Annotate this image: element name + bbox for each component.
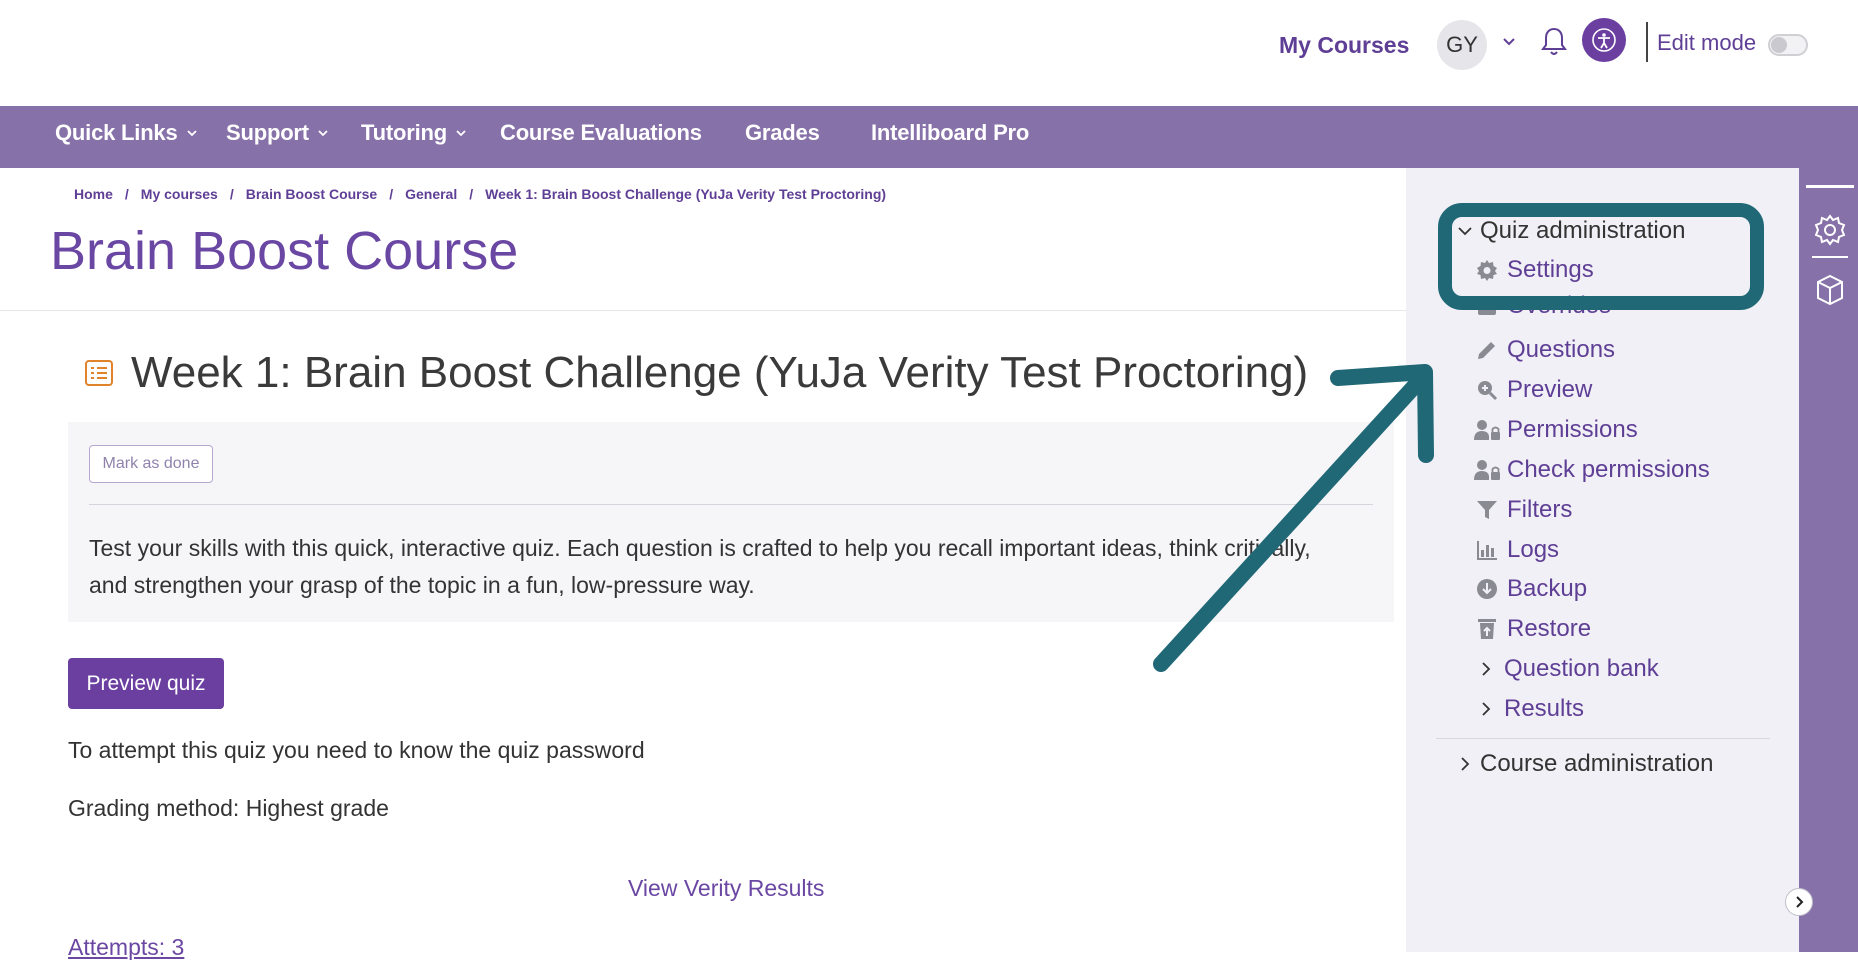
nav-tutoring[interactable]: Tutoring — [361, 120, 467, 146]
breadcrumb: Home / My courses / Brain Boost Course /… — [74, 186, 886, 202]
my-courses-link[interactable]: My Courses — [1279, 32, 1409, 59]
chevron-down-icon — [186, 130, 197, 137]
nav-grades[interactable]: Grades — [745, 120, 820, 146]
filter-icon — [1473, 496, 1501, 524]
course-administration-label: Course administration — [1480, 750, 1714, 777]
drawer-item-questions[interactable]: Questions — [1473, 336, 1615, 364]
drawer-item-label: Permissions — [1507, 416, 1638, 443]
nav-intelliboard-pro[interactable]: Intelliboard Pro — [871, 120, 1029, 146]
gear-icon[interactable] — [1812, 212, 1848, 248]
top-header — [0, 0, 1858, 106]
drawer-item-filters[interactable]: Filters — [1473, 496, 1572, 524]
bar-chart-icon — [1473, 536, 1501, 564]
strip-divider — [1812, 256, 1848, 258]
pencil-icon — [1473, 336, 1501, 364]
header-divider — [1646, 22, 1648, 62]
breadcrumb-activity[interactable]: Week 1: Brain Boost Challenge (YuJa Veri… — [485, 186, 886, 202]
drawer-item-label: Logs — [1507, 536, 1560, 563]
nav-label: Support — [226, 120, 309, 145]
quiz-icon — [85, 360, 113, 386]
chevron-right-icon — [1482, 662, 1491, 676]
magnify-plus-icon — [1473, 376, 1501, 404]
nav-label: Quick Links — [55, 120, 178, 145]
nav-course-evaluations[interactable]: Course Evaluations — [500, 120, 702, 146]
user-lock-icon — [1473, 456, 1501, 484]
drawer-item-permissions[interactable]: Permissions — [1473, 416, 1638, 444]
user-lock-icon — [1473, 416, 1501, 444]
chevron-right-icon — [1482, 702, 1491, 716]
chevron-right-icon — [1461, 757, 1470, 771]
chevron-down-icon — [456, 130, 466, 137]
breadcrumb-course[interactable]: Brain Boost Course — [246, 186, 377, 202]
chevron-down-icon[interactable] — [1500, 32, 1518, 50]
blocks-icon[interactable] — [1812, 272, 1848, 308]
drawer-item-label: Preview — [1507, 376, 1593, 403]
accessibility-icon — [1592, 28, 1616, 52]
download-circle-icon — [1473, 575, 1501, 603]
drawer-item-question-bank[interactable]: Question bank — [1478, 655, 1659, 683]
drawer-item-backup[interactable]: Backup — [1473, 575, 1587, 603]
edit-mode-label: Edit mode — [1657, 30, 1757, 55]
chevron-down-icon — [318, 130, 328, 137]
page-title: Brain Boost Course — [50, 221, 519, 281]
accessibility-button[interactable] — [1582, 18, 1626, 62]
breadcrumb-separator: / — [389, 186, 394, 202]
drawer-item-label: Restore — [1507, 615, 1592, 642]
breadcrumb-separator: / — [124, 186, 129, 202]
grading-method: Grading method: Highest grade — [68, 795, 389, 821]
drawer-item-label: Backup — [1507, 575, 1588, 602]
view-verity-results-link[interactable]: View Verity Results — [628, 875, 824, 902]
drawer-collapse-button[interactable] — [1785, 888, 1813, 916]
drawer-divider — [1436, 738, 1770, 739]
attempts-link[interactable]: Attempts: 3 — [68, 934, 184, 961]
header-divider — [0, 310, 1406, 311]
strip-active-indicator — [1806, 185, 1854, 188]
bell-icon[interactable] — [1539, 25, 1569, 57]
nav-support[interactable]: Support — [226, 120, 329, 146]
description-divider — [89, 504, 1373, 505]
activity-description: Test your skills with this quick, intera… — [89, 535, 1311, 598]
nav-quick-links[interactable]: Quick Links — [55, 120, 198, 146]
drawer-item-logs[interactable]: Logs — [1473, 536, 1559, 564]
quiz-password-note: To attempt this quiz you need to know th… — [68, 737, 645, 763]
mark-as-done-button[interactable]: Mark as done — [89, 445, 213, 483]
breadcrumb-home[interactable]: Home — [74, 186, 113, 202]
nav-label: Intelliboard Pro — [871, 120, 1030, 145]
breadcrumb-section[interactable]: General — [405, 186, 457, 202]
drawer-item-check-permissions[interactable]: Check permissions — [1473, 456, 1710, 484]
nav-label: Course Evaluations — [500, 120, 702, 145]
breadcrumb-separator: / — [229, 186, 234, 202]
edit-mode-toggle-knob — [1771, 37, 1787, 53]
drawer-item-results[interactable]: Results — [1478, 695, 1584, 723]
drawer-item-label: Filters — [1507, 496, 1573, 523]
drawer-item-restore[interactable]: Restore — [1473, 615, 1591, 643]
activity-title: Week 1: Brain Boost Challenge (YuJa Veri… — [131, 348, 1309, 397]
course-administration-toggle[interactable]: Course administration — [1456, 750, 1713, 778]
nav-label: Grades — [745, 120, 820, 145]
breadcrumb-my-courses[interactable]: My courses — [141, 186, 218, 202]
user-avatar[interactable]: GY — [1437, 20, 1487, 70]
drawer-item-preview[interactable]: Preview — [1473, 376, 1592, 404]
drawer-item-label: Check permissions — [1507, 456, 1710, 483]
drawer-item-label: Questions — [1507, 336, 1616, 363]
chevron-right-icon — [1796, 896, 1804, 908]
preview-quiz-button[interactable]: Preview quiz — [68, 658, 224, 709]
annotation-highlight-box — [1438, 203, 1764, 310]
drawer-item-label: Results — [1504, 695, 1585, 722]
trash-upload-icon — [1473, 615, 1501, 643]
breadcrumb-separator: / — [469, 186, 474, 202]
nav-label: Tutoring — [361, 120, 447, 145]
drawer-item-label: Question bank — [1504, 655, 1659, 682]
